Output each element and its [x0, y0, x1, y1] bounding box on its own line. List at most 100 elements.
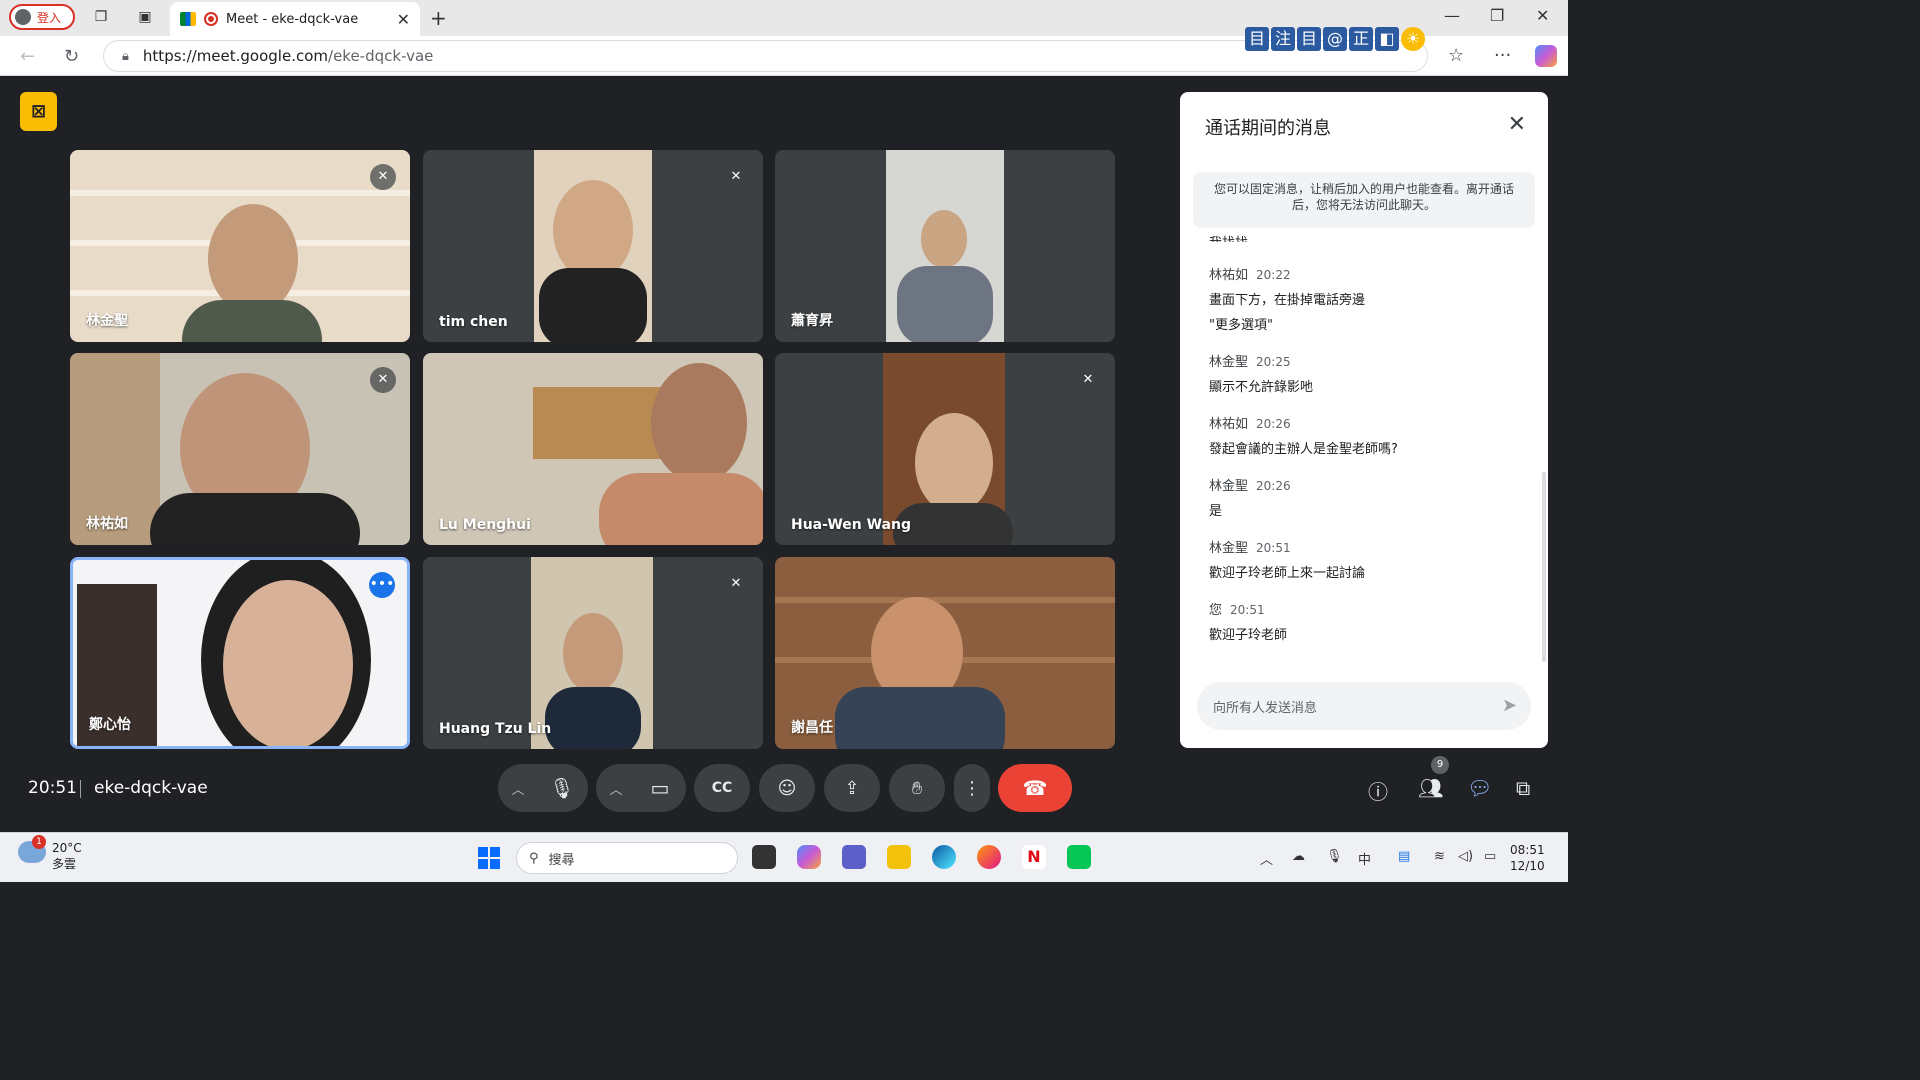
- extension-icon[interactable]: 注: [1271, 27, 1295, 51]
- message-time: 20:22: [1256, 268, 1291, 282]
- message-time: 20:26: [1256, 417, 1291, 431]
- more-options-icon[interactable]: •••: [369, 572, 395, 598]
- back-icon[interactable]: ←: [20, 46, 35, 67]
- vertical-tabs-icon[interactable]: ▣: [136, 8, 154, 26]
- muted-mic-icon: ✕: [723, 164, 749, 190]
- mic-tray-icon[interactable]: 🎙︎: [1326, 849, 1343, 864]
- taskbar-search[interactable]: ⚲ 搜尋: [516, 842, 738, 874]
- clock-date: 12/10: [1510, 859, 1545, 873]
- lock-icon[interactable]: 🔒︎: [122, 49, 129, 64]
- meet-app: ⊠ ✕ 林金聖 ✕ tim chen 蕭育昇 ✕ 林祐如 Lu Menghui: [4, 76, 1565, 830]
- maximize-icon[interactable]: ❐: [1490, 6, 1504, 25]
- weather-temp: 20°C: [52, 841, 82, 855]
- emoji-reaction-icon[interactable]: ☺: [759, 764, 815, 812]
- video-options-chevron-icon[interactable]: ︿: [596, 779, 636, 798]
- message-time: 20:51: [1230, 603, 1265, 617]
- participant-tile-active-speaker[interactable]: ••• 鄭心怡: [70, 557, 410, 749]
- meeting-info-icon[interactable]: ⓘ: [1368, 776, 1388, 805]
- muted-mic-icon: ✕: [370, 164, 396, 190]
- close-tab-icon[interactable]: ✕: [397, 10, 410, 29]
- participant-name: 林祐如: [86, 516, 128, 532]
- url-path: /eke-dqck-vae: [328, 47, 434, 65]
- chat-message-input[interactable]: 向所有人发送消息 ➤: [1197, 682, 1531, 730]
- browser-tab-meet[interactable]: Meet - eke-dqck-vae ✕: [170, 2, 420, 36]
- participant-tile[interactable]: Lu Menghui: [423, 353, 763, 545]
- onedrive-cloud-icon[interactable]: ☁: [1292, 849, 1305, 864]
- microphone-icon[interactable]: 🎙︎: [538, 764, 586, 812]
- close-icon[interactable]: ✕: [1508, 112, 1526, 137]
- meeting-code[interactable]: eke-dqck-vae: [94, 778, 208, 798]
- task-view-icon[interactable]: [752, 845, 776, 869]
- message-text: 發起會議的主辦人是金聖老師嗎?: [1209, 442, 1398, 457]
- url-bar[interactable]: 🔒︎ https://meet.google.com/eke-dqck-vae: [103, 40, 1428, 72]
- participant-tile[interactable]: ✕ 林祐如: [70, 353, 410, 545]
- favorites-icon[interactable]: ☆: [1448, 45, 1464, 66]
- extension-icon[interactable]: 正: [1349, 27, 1373, 51]
- new-tab-icon[interactable]: +: [430, 6, 447, 30]
- notification-badge: 1: [32, 835, 46, 849]
- start-button[interactable]: [478, 847, 500, 869]
- extension-icon[interactable]: ◧: [1375, 27, 1399, 51]
- chat-message: 林祐如 20:26 發起會議的主辦人是金聖老師嗎?: [1209, 413, 1529, 457]
- participant-tile[interactable]: ✕ Huang Tzu Lin: [423, 557, 763, 749]
- close-window-icon[interactable]: ✕: [1536, 6, 1549, 25]
- recording-disabled-icon[interactable]: ⊠: [20, 92, 57, 131]
- participant-name: tim chen: [439, 314, 508, 330]
- message-text: 畫面下方，在掛掉電話旁邊: [1209, 293, 1366, 308]
- extension-icon[interactable]: @: [1323, 27, 1347, 51]
- show-hidden-icons-chevron[interactable]: ︿: [1260, 849, 1273, 868]
- line-app-icon[interactable]: [1067, 845, 1091, 869]
- chat-message-list[interactable]: 我找找 林祐如 20:22 畫面下方，在掛掉電話旁邊 "更多選項" 林金聖 20:2…: [1209, 234, 1529, 654]
- extension-icon[interactable]: 目: [1245, 27, 1269, 51]
- present-screen-icon[interactable]: ⇪: [824, 764, 880, 812]
- file-explorer-icon[interactable]: [887, 845, 911, 869]
- firefox-icon[interactable]: [977, 845, 1001, 869]
- activities-icon[interactable]: ⧉: [1516, 776, 1530, 800]
- participant-tile[interactable]: ✕ 林金聖: [70, 150, 410, 342]
- copilot-app-icon[interactable]: [797, 845, 821, 869]
- battery-icon[interactable]: ▭: [1484, 849, 1496, 864]
- participant-name: 林金聖: [86, 313, 128, 329]
- raise-hand-icon[interactable]: ✋︎: [889, 764, 945, 812]
- participant-name: 鄭心怡: [89, 717, 131, 733]
- ime-indicator[interactable]: 中: [1358, 849, 1371, 868]
- system-clock[interactable]: 08:51 12/10: [1510, 842, 1545, 874]
- teams-icon[interactable]: [842, 845, 866, 869]
- more-options-icon[interactable]: ⋮: [954, 764, 990, 812]
- minimize-icon[interactable]: —: [1444, 6, 1460, 25]
- profile-button[interactable]: 登入: [9, 4, 75, 30]
- chat-icon[interactable]: 💬︎: [1467, 776, 1492, 800]
- chat-panel: 通话期间的消息 ✕ 您可以固定消息，让稍后加入的用户也能查看。离开通话后，您将无…: [1180, 92, 1548, 748]
- participant-tile[interactable]: 蕭育昇: [775, 150, 1115, 342]
- participant-tile[interactable]: ✕ Hua-Wen Wang: [775, 353, 1115, 545]
- participant-tile[interactable]: 謝昌任: [775, 557, 1115, 749]
- sun-extension-icon[interactable]: ☀: [1401, 27, 1425, 51]
- captions-icon[interactable]: CC: [694, 764, 750, 812]
- wifi-icon[interactable]: ≋: [1434, 849, 1445, 864]
- search-icon: ⚲: [529, 850, 539, 866]
- netflix-icon[interactable]: N: [1022, 845, 1046, 869]
- weather-widget[interactable]: 1 20°C 多雲: [18, 835, 82, 872]
- participant-tile[interactable]: ✕ tim chen: [423, 150, 763, 342]
- leave-call-button[interactable]: ☎: [998, 764, 1072, 812]
- reload-icon[interactable]: ↻: [64, 46, 79, 67]
- people-icon[interactable]: 👥︎: [1418, 776, 1443, 800]
- workspaces-icon[interactable]: ❐: [92, 8, 110, 26]
- notes-tray-icon[interactable]: ▤: [1398, 849, 1410, 864]
- muted-mic-icon: ✕: [1075, 367, 1101, 393]
- copilot-icon[interactable]: [1535, 45, 1557, 67]
- message-sender: 林祐如: [1209, 417, 1249, 432]
- muted-mic-icon: ✕: [723, 571, 749, 597]
- chat-message: 林金聖 20:26 是: [1209, 475, 1529, 519]
- clock-time: 08:51: [1510, 843, 1545, 857]
- audio-options-chevron-icon[interactable]: ︿: [498, 779, 538, 798]
- edge-icon[interactable]: [932, 845, 956, 869]
- more-menu-icon[interactable]: ···: [1494, 45, 1511, 66]
- volume-icon[interactable]: ◁): [1458, 849, 1473, 864]
- url-host: https://meet.google.com: [142, 47, 329, 65]
- avatar-icon: [15, 9, 31, 25]
- camera-icon[interactable]: ▭: [636, 764, 684, 812]
- extension-icon[interactable]: 目: [1297, 27, 1321, 51]
- send-icon[interactable]: ➤: [1502, 695, 1517, 716]
- chat-scrollbar[interactable]: [1542, 472, 1546, 662]
